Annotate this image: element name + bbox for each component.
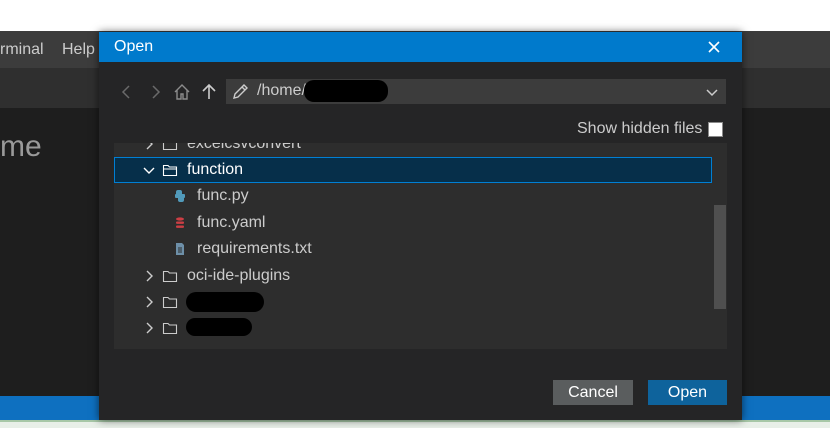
python-file-icon: [175, 190, 185, 202]
forward-icon[interactable]: [145, 82, 165, 102]
chevron-right-icon[interactable]: [142, 295, 156, 309]
tree-item-label: func.py: [197, 187, 249, 204]
tree-item-label: excelcsvconvert: [187, 143, 301, 152]
tree-item-redacted[interactable]: [114, 289, 712, 315]
chevron-down-icon[interactable]: [142, 163, 156, 177]
tree-item-label: function: [187, 161, 244, 178]
file-tree[interactable]: excelcsvconvert function func.py func.ya…: [114, 143, 727, 349]
tree-item-requirements-txt[interactable]: requirements.txt: [114, 236, 712, 262]
open-button[interactable]: Open: [648, 380, 727, 405]
back-icon[interactable]: [117, 82, 137, 102]
menu-help[interactable]: Help: [62, 41, 95, 59]
bottom-edge: [0, 420, 830, 428]
chevron-right-icon[interactable]: [142, 269, 156, 283]
text-file-icon: [176, 243, 184, 255]
tree-item-oci-ide-plugins[interactable]: oci-ide-plugins: [114, 263, 712, 289]
folder-icon: [162, 322, 178, 335]
folder-open-icon: [162, 164, 178, 177]
open-dialog: Open /home/ Show hidden files excelcsvco…: [99, 32, 742, 420]
tree-item-label: requirements.txt: [197, 240, 312, 257]
tree-item-excelcsvconvert[interactable]: excelcsvconvert: [114, 143, 712, 157]
tree-item-redacted[interactable]: [114, 315, 712, 341]
dialog-titlebar: Open: [99, 32, 742, 62]
up-arrow-icon[interactable]: [199, 82, 219, 102]
cancel-button[interactable]: Cancel: [553, 380, 633, 405]
tree-item-function[interactable]: function: [114, 157, 712, 183]
dialog-title: Open: [114, 38, 154, 55]
menu-terminal[interactable]: rminal: [0, 41, 44, 59]
folder-icon: [162, 296, 178, 309]
yaml-file-icon: [176, 217, 184, 228]
home-icon[interactable]: [172, 82, 192, 102]
chevron-right-icon[interactable]: [142, 321, 156, 335]
show-hidden-checkbox[interactable]: [708, 122, 723, 137]
editor-title: me: [0, 130, 42, 163]
tree-item-func-py[interactable]: func.py: [114, 183, 712, 209]
redacted-username: [304, 80, 388, 102]
tree-item-func-yaml[interactable]: func.yaml: [114, 210, 712, 236]
close-icon[interactable]: [703, 36, 725, 58]
redacted-name: [186, 292, 264, 312]
redacted-name: [186, 318, 252, 336]
tree-item-label: func.yaml: [197, 214, 266, 231]
show-hidden-label: Show hidden files: [577, 120, 703, 137]
pencil-icon: [233, 84, 248, 99]
chevron-right-icon[interactable]: [142, 143, 156, 151]
path-value: /home/: [257, 82, 306, 99]
tree-item-label: oci-ide-plugins: [187, 267, 291, 284]
chevron-down-icon[interactable]: [704, 84, 720, 100]
tree-scrollbar[interactable]: [714, 205, 726, 309]
folder-icon: [162, 143, 178, 151]
folder-icon: [162, 270, 178, 283]
path-input[interactable]: /home/: [226, 79, 726, 104]
